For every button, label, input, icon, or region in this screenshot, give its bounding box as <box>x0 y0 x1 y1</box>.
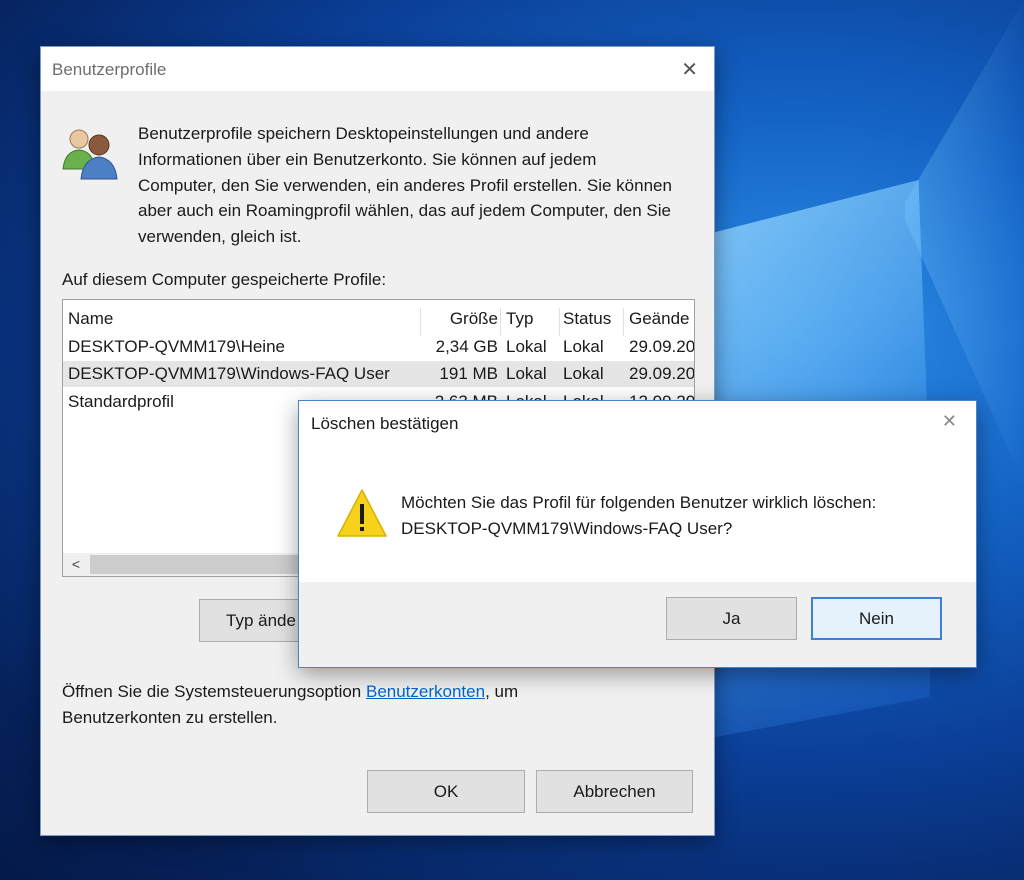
cell-modified: 29.09.20 <box>629 364 695 383</box>
intro-text: Benutzerprofile speichern Desktopeinstel… <box>138 124 672 247</box>
close-icon[interactable]: ✕ <box>942 411 957 432</box>
title-bar: Benutzerprofile ✕ <box>41 47 714 91</box>
column-header-type[interactable]: Typ <box>506 309 561 329</box>
cell-status: Lokal <box>563 337 604 356</box>
yes-button[interactable]: Ja <box>666 597 797 640</box>
cancel-button[interactable]: Abbrechen <box>536 770 693 813</box>
no-label: Nein <box>859 609 894 628</box>
ok-button[interactable]: OK <box>367 770 525 813</box>
header-divider[interactable] <box>500 308 501 336</box>
cell-modified: 29.09.20 <box>629 337 695 356</box>
user-accounts-link[interactable]: Benutzerkonten <box>366 682 485 701</box>
header-divider[interactable] <box>623 308 624 336</box>
warning-icon <box>337 489 387 537</box>
footer-text: Öffnen Sie die Systemsteuerungsoption Be… <box>62 679 622 731</box>
column-header-size[interactable]: Größe <box>421 309 498 329</box>
cell-type: Lokal <box>506 337 547 356</box>
cell-type: Lokal <box>506 364 547 383</box>
no-button[interactable]: Nein <box>811 597 942 640</box>
confirm-message-line1: Möchten Sie das Profil für folgenden Ben… <box>401 493 877 512</box>
users-icon <box>62 129 118 180</box>
dialog-title: Benutzerprofile <box>52 60 167 79</box>
confirm-message-line2: DESKTOP-QVMM179\Windows-FAQ User? <box>401 518 733 538</box>
cell-size: 2,34 GB <box>435 337 498 356</box>
stored-profiles-label: Auf diesem Computer gespeicherte Profile… <box>62 270 387 289</box>
table-row-selected[interactable]: DESKTOP-QVMM179\Windows-FAQ User 191 MB … <box>63 361 694 387</box>
cell-size: 191 MB <box>439 364 498 383</box>
table-row[interactable]: DESKTOP-QVMM179\Heine 2,34 GB Lokal Loka… <box>63 334 694 360</box>
header-divider[interactable] <box>559 308 560 336</box>
change-type-label: Typ ände <box>226 611 296 630</box>
cell-name: DESKTOP-QVMM179\Windows-FAQ User <box>68 364 390 383</box>
confirm-delete-dialog: Löschen bestätigen ✕ Möchten Sie das Pro… <box>299 401 976 667</box>
confirm-message: Möchten Sie das Profil für folgenden Ben… <box>401 490 961 542</box>
column-header-name[interactable]: Name <box>68 309 418 329</box>
ok-label: OK <box>433 782 459 801</box>
cancel-label: Abbrechen <box>573 782 656 801</box>
column-header-status[interactable]: Status <box>563 309 623 329</box>
scroll-left-icon[interactable]: < <box>63 553 89 576</box>
footer-prefix: Öffnen Sie die Systemsteuerungsoption <box>62 682 366 701</box>
column-header-modified[interactable]: Geände <box>629 309 694 329</box>
yes-label: Ja <box>722 609 741 628</box>
close-icon[interactable]: ✕ <box>681 57 698 82</box>
cell-status: Lokal <box>563 364 604 383</box>
confirm-dialog-title: Löschen bestätigen <box>311 414 459 433</box>
cell-name: DESKTOP-QVMM179\Heine <box>68 337 285 356</box>
list-header: Name Größe Typ Status Geände <box>63 306 694 336</box>
